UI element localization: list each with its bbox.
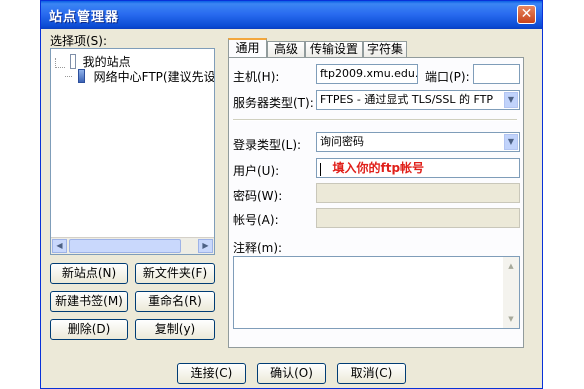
account-label: 帐号(A): xyxy=(233,213,279,227)
server-icon xyxy=(77,69,85,83)
separator xyxy=(233,119,517,121)
close-button[interactable]: ✕ xyxy=(517,5,536,24)
scroll-down-arrow-icon[interactable]: ▼ xyxy=(504,312,518,326)
site-tree[interactable]: 我的站点 网络中心FTP(建议先设置 ◀ ▶ xyxy=(50,48,215,255)
select-entry-label: 选择项(S): xyxy=(50,34,108,48)
password-label: 密码(W): xyxy=(233,189,283,203)
delete-button[interactable]: 删除(D) xyxy=(50,319,128,340)
scroll-up-arrow-icon[interactable]: ▲ xyxy=(504,259,518,273)
tab-transfer-settings[interactable]: 传输设置 xyxy=(305,41,363,58)
port-label: 端口(P): xyxy=(425,70,470,84)
server-type-select[interactable]: FTPES - 通过显式 TLS/SSL 的 FTP ▼ xyxy=(316,90,520,110)
tab-advanced[interactable]: 高级 xyxy=(267,41,305,58)
copy-button[interactable]: 复制(y) xyxy=(135,319,215,340)
server-type-value: FTPES - 通过显式 TLS/SSL 的 FTP xyxy=(320,93,493,106)
scroll-left-arrow-icon[interactable]: ◀ xyxy=(52,239,67,253)
scrollbar-thumb[interactable] xyxy=(69,239,181,253)
site-manager-window: 站点管理器 ✕ 选择项(S): 我的站点 网络中心FTP(建议先设置 ◀ ▶ 新… xyxy=(40,0,543,389)
chevron-down-icon[interactable]: ▼ xyxy=(504,92,518,108)
host-input[interactable]: ftp2009.xmu.edu. xyxy=(316,64,418,84)
new-bookmark-button[interactable]: 新建书签(M) xyxy=(50,291,128,312)
comments-vertical-scrollbar[interactable]: ▲ ▼ xyxy=(503,257,519,328)
user-input[interactable]: 填入你的ftp帐号 xyxy=(316,158,520,178)
server-type-label: 服务器类型(T): xyxy=(233,96,314,110)
new-folder-button[interactable]: 新文件夹(F) xyxy=(135,263,215,284)
logon-type-label: 登录类型(L): xyxy=(233,138,302,152)
tree-connector-icon xyxy=(65,67,72,77)
user-label: 用户(U): xyxy=(233,164,280,178)
port-input[interactable] xyxy=(473,64,520,84)
tree-item-my-sites-label: 我的站点 xyxy=(82,55,131,69)
account-input xyxy=(316,208,520,228)
tree-item-network-center-ftp[interactable]: 网络中心FTP(建议先设置 xyxy=(65,67,215,85)
rename-button[interactable]: 重命名(R) xyxy=(135,291,215,312)
connect-button[interactable]: 连接(C) xyxy=(177,363,246,384)
tree-item-network-center-ftp-label: 网络中心FTP(建议先设置 xyxy=(93,70,215,84)
text-cursor xyxy=(320,162,321,176)
new-site-button[interactable]: 新站点(N) xyxy=(50,263,128,284)
tab-charset[interactable]: 字符集 xyxy=(363,41,407,58)
logon-type-select[interactable]: 询问密码 ▼ xyxy=(316,132,520,152)
user-annotation: 填入你的ftp帐号 xyxy=(332,161,425,175)
password-input xyxy=(316,183,520,203)
title-bar[interactable]: 站点管理器 ✕ xyxy=(41,1,542,29)
scroll-right-arrow-icon[interactable]: ▶ xyxy=(198,239,213,253)
comments-label: 注释(m): xyxy=(233,241,283,255)
comments-textarea[interactable]: ▲ ▼ xyxy=(233,256,520,329)
window-title: 站点管理器 xyxy=(49,10,120,25)
chevron-down-icon[interactable]: ▼ xyxy=(504,134,518,150)
tree-horizontal-scrollbar[interactable]: ◀ ▶ xyxy=(51,237,214,254)
host-label: 主机(H): xyxy=(233,70,280,84)
cancel-button[interactable]: 取消(C) xyxy=(337,363,406,384)
ok-button[interactable]: 确认(O) xyxy=(257,363,326,384)
tree-connector-icon xyxy=(55,58,65,68)
tab-general[interactable]: 通用 xyxy=(228,38,267,58)
logon-type-value: 询问密码 xyxy=(320,135,364,148)
